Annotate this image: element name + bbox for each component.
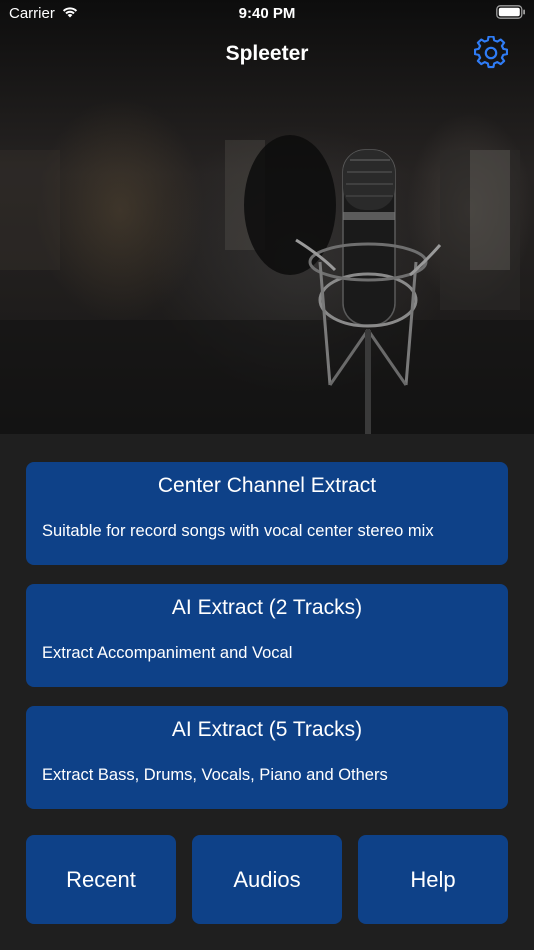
- ai-extract-5-tracks-button[interactable]: AI Extract (5 Tracks) Extract Bass, Drum…: [26, 706, 508, 809]
- card-title: AI Extract (2 Tracks): [171, 596, 363, 619]
- audios-label: Audios: [233, 866, 301, 892]
- help-button[interactable]: Help: [358, 835, 508, 924]
- help-label: Help: [410, 866, 456, 892]
- card-title: Center Channel Extract: [157, 474, 377, 497]
- gear-icon: [473, 35, 509, 75]
- recent-button[interactable]: Recent: [26, 835, 176, 924]
- settings-button[interactable]: [472, 35, 510, 75]
- audios-button[interactable]: Audios: [192, 835, 342, 924]
- page-title: Spleeter: [225, 42, 309, 65]
- card-description: Suitable for record songs with vocal cen…: [42, 522, 434, 540]
- card-title: AI Extract (5 Tracks): [171, 718, 363, 741]
- status-bar: Carrier 9:40 PM: [0, 0, 534, 28]
- status-time: 9:40 PM: [238, 5, 296, 22]
- recent-label: Recent: [66, 866, 136, 892]
- battery-icon: [496, 5, 526, 23]
- ai-extract-2-tracks-button[interactable]: AI Extract (2 Tracks) Extract Accompanim…: [26, 584, 508, 687]
- card-description: Extract Bass, Drums, Vocals, Piano and O…: [42, 766, 388, 784]
- center-channel-extract-button[interactable]: Center Channel Extract Suitable for reco…: [26, 462, 508, 565]
- app-screen: Carrier 9:40 PM Spleeter Center Channel …: [0, 0, 534, 950]
- card-description: Extract Accompaniment and Vocal: [42, 644, 293, 662]
